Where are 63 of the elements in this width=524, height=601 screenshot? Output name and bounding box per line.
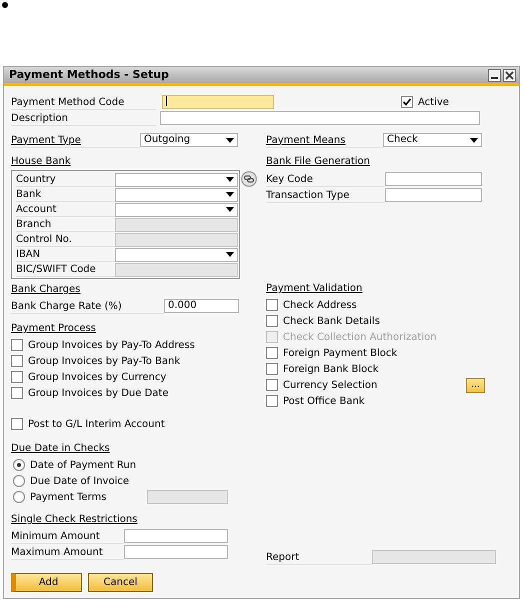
input-field[interactable]: [385, 188, 482, 202]
dropdown[interactable]: Check: [383, 133, 482, 147]
checkbox[interactable]: [11, 371, 23, 383]
add-button[interactable]: Add: [11, 573, 82, 592]
checkbox[interactable]: [11, 339, 23, 351]
checkbox-label: Check Collection Authorization: [283, 330, 438, 344]
radio-label: Payment Terms: [30, 490, 108, 504]
input-field[interactable]: [162, 95, 274, 109]
checkbox[interactable]: [401, 96, 413, 108]
cancel-button[interactable]: Cancel: [88, 573, 153, 592]
dropdown[interactable]: [115, 202, 238, 216]
radio-label: Due Date of Invoice: [30, 474, 130, 488]
radio-label: Date of Payment Run: [30, 458, 138, 472]
checkbox[interactable]: [266, 379, 278, 391]
checkbox-label: Foreign Bank Block: [283, 362, 380, 376]
checkbox[interactable]: [266, 395, 278, 407]
checkbox-label: Group Invoices by Pay-To Address: [28, 338, 195, 352]
bullet-icon: [2, 2, 8, 8]
checkbox-label: Group Invoices by Pay-To Bank: [28, 354, 180, 368]
section-heading: Payment Type: [11, 132, 140, 148]
checkbox[interactable]: [266, 299, 278, 311]
section-heading: Bank Charges: [11, 283, 82, 297]
field-label: Description: [11, 110, 156, 126]
checkbox[interactable]: [11, 418, 23, 430]
radio-button[interactable]: [13, 475, 25, 487]
checkbox[interactable]: [266, 363, 278, 375]
window-title: Payment Methods - Setup: [9, 66, 170, 83]
checkbox-label: Post to G/L Interim Account: [28, 418, 165, 432]
section-heading: Due Date in Checks: [11, 442, 111, 456]
checkbox[interactable]: [11, 355, 23, 367]
link-icon[interactable]: [241, 171, 257, 187]
checkbox-label: Active: [418, 96, 449, 110]
section-heading: Payment Process: [11, 322, 97, 336]
more-button[interactable]: ...: [466, 378, 485, 392]
checkbox[interactable]: [266, 347, 278, 359]
input-field[interactable]: [124, 545, 228, 559]
field-label: Payment Method Code: [11, 94, 156, 110]
section-heading: Bank File Generation: [266, 155, 371, 169]
close-icon: [505, 70, 514, 80]
minimize-button[interactable]: [488, 68, 501, 82]
checkbox-label: Group Invoices by Due Date: [28, 386, 168, 400]
checkbox-label: Check Address: [283, 298, 358, 312]
radio-button[interactable]: [13, 491, 25, 503]
dropdown[interactable]: [115, 248, 238, 262]
section-heading: Single Check Restrictions: [11, 513, 138, 527]
checkbox[interactable]: [266, 315, 278, 327]
checkbox-label: Currency Selection: [283, 378, 378, 392]
input-field[interactable]: [160, 111, 480, 125]
section-heading: Payment Validation: [266, 282, 364, 296]
field-label: Bank Charge Rate (%): [11, 298, 164, 314]
radio-button[interactable]: [13, 459, 25, 471]
dropdown[interactable]: Outgoing: [140, 133, 238, 147]
checkbox[interactable]: [11, 387, 23, 399]
section-heading: House Bank: [11, 155, 72, 169]
input-field[interactable]: [385, 172, 482, 186]
minimize-icon: [491, 77, 498, 79]
checkbox-label: Post Office Bank: [283, 394, 366, 408]
input-field[interactable]: 0.000: [164, 299, 239, 313]
input-field[interactable]: [124, 529, 228, 543]
checkbox-label: Check Bank Details: [283, 314, 381, 328]
checkbox-label: Group Invoices by Currency: [28, 370, 166, 384]
checkbox-label: Foreign Payment Block: [283, 346, 398, 360]
close-button[interactable]: [503, 68, 516, 82]
